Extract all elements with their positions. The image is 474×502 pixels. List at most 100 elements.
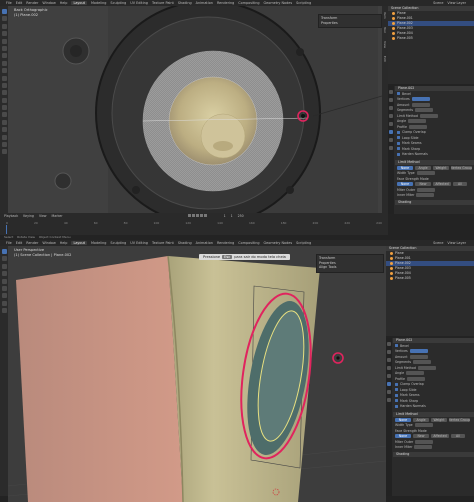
tab-modeling[interactable]: Modeling	[91, 1, 106, 5]
loopcut-tool-icon[interactable]	[1, 90, 7, 96]
npanel-properties[interactable]: Properties	[321, 21, 379, 26]
3d-viewport-back-ortho[interactable]: Back Orthographic (1) Plane.002 Transfor…	[8, 6, 382, 213]
menu-edit[interactable]: Edit	[16, 1, 23, 5]
modifier-tab-icon[interactable]	[387, 382, 391, 386]
frame-start[interactable]: 1	[231, 214, 233, 218]
scene-tab-icon[interactable]	[387, 366, 391, 370]
profile-field[interactable]	[408, 124, 427, 129]
render-tab-icon[interactable]	[387, 350, 391, 354]
shrink-tool-icon[interactable]	[1, 134, 7, 140]
timeline-playback[interactable]: Playback	[4, 214, 18, 218]
prop-row[interactable]: Inner Miter	[393, 445, 474, 451]
limit-none[interactable]: None	[397, 165, 413, 170]
output-tab-icon[interactable]	[387, 358, 391, 362]
tab-layout[interactable]: Layout	[71, 1, 87, 5]
tab-scripting[interactable]: Scripting	[296, 1, 311, 5]
material-tab-icon[interactable]	[389, 146, 393, 150]
menu-window[interactable]: Window	[42, 241, 55, 245]
transform-tool-icon[interactable]	[1, 45, 7, 51]
checkbox-icon[interactable]	[395, 388, 398, 392]
inset-tool-icon[interactable]	[1, 75, 7, 81]
rip-tool-icon[interactable]	[1, 149, 7, 155]
width-type-field[interactable]	[416, 171, 435, 176]
shear-tool-icon[interactable]	[1, 142, 7, 148]
limit-vertex-group[interactable]: Vertex Group	[449, 417, 470, 422]
prop-check[interactable]: Harden Normals	[395, 152, 474, 158]
limit-none[interactable]: None	[395, 417, 411, 422]
shading-header[interactable]: Shading	[393, 452, 474, 457]
segments-field[interactable]	[413, 360, 432, 365]
prop-check[interactable]: Harden Normals	[393, 404, 474, 410]
object-tab-icon[interactable]	[389, 122, 393, 126]
tool-tab-icon[interactable]	[389, 90, 393, 94]
tool-tab-icon[interactable]	[387, 342, 391, 346]
modifier-tab-icon[interactable]	[389, 130, 393, 134]
measure-tool-icon[interactable]	[1, 300, 7, 306]
menu-help[interactable]: Help	[60, 241, 68, 245]
scene-selector[interactable]: Scene	[433, 241, 443, 245]
checkbox-icon[interactable]	[395, 399, 398, 403]
view-layer-selector[interactable]: View Layer	[447, 1, 466, 5]
amount-field[interactable]	[409, 354, 428, 359]
face-none[interactable]: None	[395, 434, 411, 439]
limit-weight[interactable]: Weight	[433, 165, 449, 170]
tab-shading[interactable]: Shading	[178, 241, 192, 245]
material-tab-icon[interactable]	[387, 398, 391, 402]
checkbox-icon[interactable]	[397, 130, 400, 134]
face-new[interactable]: New	[415, 182, 431, 187]
menu-file[interactable]: File	[6, 241, 12, 245]
transform-tool-icon[interactable]	[1, 285, 7, 291]
tab-rendering[interactable]: Rendering	[217, 1, 234, 5]
edge-slide-tool-icon[interactable]	[1, 127, 7, 133]
limit-weight[interactable]: Weight	[431, 417, 447, 422]
limit-vertex-group[interactable]: Vertex Group	[451, 165, 472, 170]
measure-tool-icon[interactable]	[1, 60, 7, 66]
face-all[interactable]: All	[451, 434, 465, 439]
tab-texture-paint[interactable]: Texture Paint	[152, 1, 174, 5]
rotate-tool-icon[interactable]	[1, 271, 7, 277]
output-tab-icon[interactable]	[389, 106, 393, 110]
knife-tool-icon[interactable]	[1, 97, 7, 103]
tab-animation[interactable]: Animation	[196, 1, 213, 5]
timeline[interactable]: Playback Keying View Marker 1 1 250 0 20 4…	[0, 213, 388, 235]
play-icon[interactable]	[195, 214, 199, 217]
segments-field[interactable]	[415, 108, 434, 113]
menu-help[interactable]: Help	[60, 1, 68, 5]
limit-angle[interactable]: Angle	[413, 417, 429, 422]
inner-miter-field[interactable]	[414, 445, 433, 450]
timeline-marker[interactable]: Marker	[52, 214, 63, 218]
tab-sculpting[interactable]: Sculpting	[110, 241, 126, 245]
face-none[interactable]: None	[397, 182, 413, 187]
vertices-toggle[interactable]	[409, 349, 428, 354]
object-tab-icon[interactable]	[387, 374, 391, 378]
render-tab-icon[interactable]	[389, 98, 393, 102]
select-tool-icon[interactable]	[1, 9, 7, 14]
tab-item[interactable]: Item	[383, 12, 387, 19]
tab-uv-editing[interactable]: UV Editing	[130, 1, 148, 5]
tab-tool[interactable]: Tool	[383, 27, 387, 33]
jump-end-icon[interactable]	[203, 214, 207, 217]
amount-field[interactable]	[411, 102, 430, 107]
face-all[interactable]: All	[453, 182, 467, 187]
scale-tool-icon[interactable]	[1, 278, 7, 284]
cursor-tool-icon[interactable]	[1, 16, 7, 22]
timeline-keying[interactable]: Keying	[23, 214, 34, 218]
limit-method-field[interactable]	[419, 113, 438, 118]
polybuild-tool-icon[interactable]	[1, 105, 7, 111]
checkbox-icon[interactable]	[397, 136, 400, 140]
profile-field[interactable]	[406, 376, 425, 381]
tab-geometry-nodes[interactable]: Geometry Nodes	[264, 241, 293, 245]
checkbox-icon[interactable]	[397, 147, 400, 151]
tab-geometry-nodes[interactable]: Geometry Nodes	[264, 1, 293, 5]
miter-outer-field[interactable]	[417, 187, 436, 192]
prop-row[interactable]: Inner Miter	[395, 193, 474, 199]
smooth-tool-icon[interactable]	[1, 119, 7, 125]
checkbox-icon[interactable]	[397, 152, 400, 156]
tab-compositing[interactable]: Compositing	[238, 1, 259, 5]
tab-shading[interactable]: Shading	[178, 1, 192, 5]
checkbox-icon[interactable]	[395, 393, 398, 397]
vertices-toggle[interactable]	[411, 97, 430, 102]
tab-modeling[interactable]: Modeling	[91, 241, 106, 245]
tab-rendering[interactable]: Rendering	[217, 241, 234, 245]
scene-tab-icon[interactable]	[389, 114, 393, 118]
